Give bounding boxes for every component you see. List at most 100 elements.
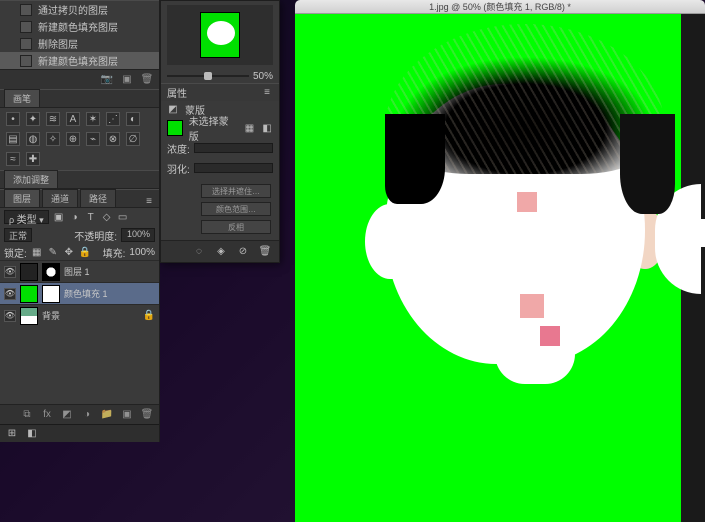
- delete-layer-icon[interactable]: 🗑: [141, 409, 153, 421]
- layer-row-2[interactable]: 👁 背景 🔒: [0, 304, 159, 326]
- layer-fx-icon[interactable]: fx: [41, 409, 53, 421]
- properties-header[interactable]: 属性 ≡: [161, 83, 279, 101]
- link-layers-icon[interactable]: ⧉: [21, 409, 33, 421]
- history-footer: 📷 ▣ 🗑: [0, 69, 159, 89]
- navigator-properties-panel[interactable]: 50% 属性 ≡ ◩ 蒙版 未选择蒙版 ▦ ◧ 浓度: 羽化: 选择并遮住… 颜…: [160, 0, 280, 263]
- brush-preset-8[interactable]: ▤: [6, 132, 20, 146]
- filter-smart-icon[interactable]: ▭: [117, 211, 129, 223]
- layer-name[interactable]: 图层 1: [64, 265, 90, 278]
- filter-type-icon[interactable]: T: [85, 211, 97, 223]
- filter-shape-icon[interactable]: ◇: [101, 211, 113, 223]
- blend-mode-select[interactable]: 正常: [4, 228, 32, 242]
- pixel-mask-icon[interactable]: ▦: [244, 122, 256, 134]
- opacity-value[interactable]: 100%: [121, 228, 155, 242]
- delete-mask-icon[interactable]: 🗑: [259, 246, 271, 258]
- status-icon-2[interactable]: ◧: [26, 428, 38, 440]
- new-layer-icon[interactable]: ▣: [121, 409, 133, 421]
- brush-preset-4[interactable]: A: [66, 112, 80, 126]
- brush-preset-7[interactable]: ◐: [126, 112, 140, 126]
- history-snapshot-icon[interactable]: 📷: [101, 74, 113, 86]
- brush-tab[interactable]: 画笔: [4, 89, 40, 107]
- visibility-toggle[interactable]: 👁: [4, 288, 16, 300]
- brush-presets[interactable]: • ✦ ≋ A ✶ ⋰ ◐ ▤ ◍ ✧ ⊕ ⌁ ⊗ ∅ ≈ ✚: [0, 108, 159, 170]
- feather-field: 羽化:: [161, 158, 279, 178]
- document-title: 1.jpg @ 50% (颜色填充 1, RGB/8) *: [429, 0, 571, 13]
- load-selection-icon[interactable]: ◌: [193, 246, 205, 258]
- layer-filter-kind[interactable]: ρ 类型 ▾: [4, 210, 49, 224]
- lock-pixels-icon[interactable]: ✎: [47, 246, 59, 258]
- layer-blend-row: 正常 不透明度: 100%: [0, 226, 159, 244]
- fill-value[interactable]: 100%: [129, 247, 155, 258]
- history-item[interactable]: 通过拷贝的图层: [0, 1, 159, 18]
- brush-preset-9[interactable]: ◍: [26, 132, 40, 146]
- brush-preset-14[interactable]: ∅: [126, 132, 140, 146]
- brush-preset-13[interactable]: ⊗: [106, 132, 120, 146]
- layer-row-0[interactable]: 👁 图层 1: [0, 260, 159, 282]
- brush-preset-6[interactable]: ⋰: [106, 112, 120, 126]
- history-item[interactable]: 新建颜色填充图层: [0, 52, 159, 69]
- history-new-icon[interactable]: ▣: [121, 74, 133, 86]
- brush-preset-5[interactable]: ✶: [86, 112, 100, 126]
- history-step-label: 通过拷贝的图层: [38, 2, 108, 17]
- new-adjustment-icon[interactable]: ◑: [81, 409, 93, 421]
- layer-row-1[interactable]: 👁 颜色填充 1: [0, 282, 159, 304]
- canvas-area[interactable]: [295, 14, 705, 522]
- canvas[interactable]: [295, 14, 681, 522]
- history-item[interactable]: 删除图层: [0, 35, 159, 52]
- vector-mask-icon[interactable]: ◧: [261, 122, 273, 134]
- apply-mask-icon[interactable]: ◈: [215, 246, 227, 258]
- history-step-label: 删除图层: [38, 36, 78, 51]
- document-title-bar[interactable]: 1.jpg @ 50% (颜色填充 1, RGB/8) *: [295, 0, 705, 14]
- disable-mask-icon[interactable]: ⊘: [237, 246, 249, 258]
- layers-menu-icon[interactable]: ≡: [143, 195, 155, 207]
- layer-name[interactable]: 颜色填充 1: [64, 287, 108, 300]
- panel-menu-icon[interactable]: ≡: [261, 87, 273, 99]
- layers-tabs: 图层 通道 路径 ≡: [0, 190, 159, 208]
- density-slider[interactable]: [194, 143, 273, 153]
- fill-color-swatch[interactable]: [167, 120, 183, 136]
- filter-adjust-icon[interactable]: ◑: [69, 211, 81, 223]
- tab-paths[interactable]: 路径: [80, 189, 116, 207]
- invert-button[interactable]: 反相: [201, 220, 271, 234]
- history-step-icon: [20, 55, 32, 67]
- navigator-zoom-slider[interactable]: 50%: [161, 69, 279, 83]
- tab-channels[interactable]: 通道: [42, 189, 78, 207]
- history-delete-icon[interactable]: 🗑: [141, 74, 153, 86]
- history-panel: 通过拷贝的图层新建颜色填充图层删除图层新建颜色填充图层 📷 ▣ 🗑: [0, 0, 159, 89]
- layer-thumb[interactable]: [20, 285, 38, 303]
- history-item[interactable]: 新建颜色填充图层: [0, 18, 159, 35]
- layer-mask-thumb[interactable]: [42, 263, 60, 281]
- brush-preset-1[interactable]: •: [6, 112, 20, 126]
- layer-thumb[interactable]: [20, 263, 38, 281]
- layer-thumb[interactable]: [20, 307, 38, 325]
- filter-pixel-icon[interactable]: ▣: [53, 211, 65, 223]
- brush-preset-3[interactable]: ≋: [46, 112, 60, 126]
- layer-mask-thumb[interactable]: [42, 285, 60, 303]
- select-and-mask-button[interactable]: 选择并遮住…: [201, 184, 271, 198]
- color-range-button[interactable]: 颜色范围…: [201, 202, 271, 216]
- adjustments-tab[interactable]: 添加调整: [4, 170, 58, 188]
- layer-name[interactable]: 背景: [42, 309, 60, 322]
- visibility-toggle[interactable]: 👁: [4, 310, 16, 322]
- brush-preset-11[interactable]: ⊕: [66, 132, 80, 146]
- history-step-icon: [20, 21, 32, 33]
- brush-preset-16[interactable]: ✚: [26, 152, 40, 166]
- navigator-thumbnail[interactable]: [167, 5, 273, 65]
- lock-position-icon[interactable]: ✥: [63, 246, 75, 258]
- image-content: [345, 14, 681, 372]
- new-group-icon[interactable]: 📁: [101, 409, 113, 421]
- navigator-zoom-value: 50%: [253, 71, 273, 82]
- brush-preset-10[interactable]: ✧: [46, 132, 60, 146]
- tab-layers[interactable]: 图层: [4, 189, 40, 207]
- brush-preset-12[interactable]: ⌁: [86, 132, 100, 146]
- lock-transparent-icon[interactable]: ▦: [31, 246, 43, 258]
- brush-preset-15[interactable]: ≈: [6, 152, 20, 166]
- add-mask-icon[interactable]: ◩: [61, 409, 73, 421]
- history-step-label: 新建颜色填充图层: [38, 53, 118, 68]
- brush-preset-2[interactable]: ✦: [26, 112, 40, 126]
- feather-slider[interactable]: [194, 163, 273, 173]
- layers-panel: 图层 通道 路径 ≡ ρ 类型 ▾ ▣ ◑ T ◇ ▭ 正常 不透明度: 100…: [0, 189, 159, 424]
- lock-all-icon[interactable]: 🔒: [79, 246, 91, 258]
- visibility-toggle[interactable]: 👁: [4, 266, 16, 278]
- status-icon-1[interactable]: ⊞: [6, 428, 18, 440]
